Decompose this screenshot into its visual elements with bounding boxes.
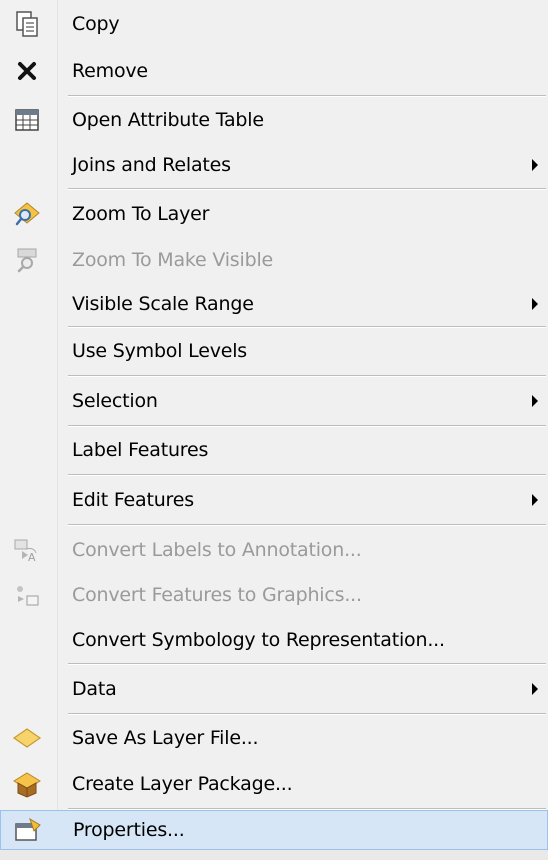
menu-item-label: Selection [72,389,158,412]
menu-bottom-edge [0,850,548,860]
properties-icon [13,815,43,845]
menu-item-label: Properties... [73,819,185,841]
menu-item-label: Copy [72,13,120,35]
menu-item-copy[interactable]: Copy [0,0,548,48]
menu-item-convert-symbology-to-representation[interactable]: Convert Symbology to Representation... [0,617,548,662]
convert-features-icon [12,580,42,610]
menu-item-label-features[interactable]: Label Features [0,427,548,473]
menu-item-label: Edit Features [72,488,194,511]
menu-item-visible-scale-range[interactable]: Visible Scale Range [0,282,548,325]
submenu-arrow-icon [532,682,538,695]
menu-item-label: Zoom To Make Visible [72,248,274,271]
menu-item-label: Joins and Relates [72,154,231,176]
submenu-arrow-icon [532,394,538,407]
zoom-to-layer-icon [12,199,42,229]
menu-item-convert-labels-to-annotation: A Convert Labels to Annotation... [0,526,548,573]
menu-item-convert-features-to-graphics: Convert Features to Graphics... [0,573,548,617]
menu-item-use-symbol-levels[interactable]: Use Symbol Levels [0,328,548,374]
menu-item-open-attribute-table[interactable]: Open Attribute Table [0,97,548,143]
menu-item-zoom-to-make-visible: Zoom To Make Visible [0,237,548,282]
menu-item-label: Open Attribute Table [72,109,264,131]
menu-item-joins-and-relates[interactable]: Joins and Relates [0,143,548,187]
menu-item-properties[interactable]: Properties... [0,810,548,850]
menu-item-save-as-layer-file[interactable]: Save As Layer File... [0,715,548,761]
menu-item-label: Remove [72,60,148,82]
menu-item-label: Use Symbol Levels [72,340,248,362]
submenu-arrow-icon [532,159,538,171]
layer-context-menu: Copy Remove Open Attribute Table Joins a… [0,0,548,860]
layer-package-icon [12,769,42,799]
menu-item-selection[interactable]: Selection [0,377,548,424]
submenu-arrow-icon [532,297,538,310]
menu-item-label: Zoom To Layer [72,202,210,225]
menu-item-label: Convert Labels to Annotation... [72,538,362,561]
svg-text:A: A [28,551,36,564]
menu-item-zoom-to-layer[interactable]: Zoom To Layer [0,190,548,237]
menu-item-label: Convert Features to Graphics... [72,584,362,606]
attribute-table-icon [12,105,42,135]
menu-item-label: Save As Layer File... [72,727,259,749]
layer-file-icon [12,723,42,753]
menu-item-label: Label Features [72,439,209,461]
menu-item-data[interactable]: Data [0,665,548,712]
menu-item-edit-features[interactable]: Edit Features [0,476,548,523]
menu-item-label: Convert Symbology to Representation... [72,628,445,651]
remove-icon [12,56,42,86]
menu-item-label: Create Layer Package... [72,773,293,795]
menu-item-remove[interactable]: Remove [0,48,548,94]
menu-item-label: Visible Scale Range [72,292,254,315]
zoom-to-make-visible-icon [12,245,42,275]
convert-labels-icon: A [12,535,42,565]
copy-icon [12,9,42,39]
submenu-arrow-icon [532,493,538,506]
menu-item-label: Data [72,677,117,700]
menu-item-create-layer-package[interactable]: Create Layer Package... [0,761,548,807]
